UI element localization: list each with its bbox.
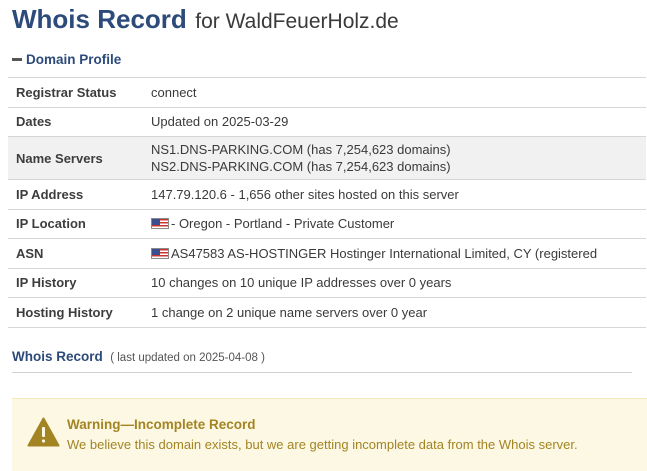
hosting-history-label: Hosting History — [16, 304, 113, 320]
divider — [12, 372, 632, 373]
row-ip-history: IP History 10 changes on 10 unique IP ad… — [8, 268, 646, 298]
ip-address-value: 147.79.120.6 - 1,656 other sites hosted … — [151, 186, 459, 202]
warning-triangle-icon — [27, 417, 60, 447]
page-title-main: Whois Record — [12, 4, 187, 34]
domain-profile-toggle[interactable]: Domain Profile — [12, 52, 121, 67]
page-title-for: for WaldFeuerHolz.de — [195, 10, 399, 33]
registrar-status-label: Registrar Status — [16, 84, 117, 100]
row-ip-address: IP Address 147.79.120.6 - 1,656 other si… — [8, 180, 646, 209]
registrar-status-value: connect — [151, 84, 197, 100]
ip-location-cell: - Oregon - Portland - Private Customer — [143, 209, 646, 239]
ip-address-label: IP Address — [16, 186, 84, 202]
row-asn: ASN AS47583 AS-HOSTINGER Hostinger Inter… — [8, 239, 646, 269]
us-flag-icon — [151, 218, 169, 230]
row-registrar-status: Registrar Status connect — [8, 77, 646, 107]
whois-record-title[interactable]: Whois Record — [12, 349, 103, 364]
asn-value: AS47583 AS-HOSTINGER Hostinger Internati… — [171, 245, 598, 261]
warning-text: We believe this domain exists, but we ar… — [67, 437, 578, 452]
row-ip-location: IP Location - Oregon - Portland - Privat… — [8, 209, 646, 239]
ip-history-label: IP History — [16, 275, 77, 291]
name-server-2: NS2.DNS-PARKING.COM (has 7,254,623 domai… — [151, 159, 451, 174]
title-for-prefix: for — [195, 10, 220, 33]
ip-history-value: 10 changes on 10 unique IP addresses ove… — [151, 275, 452, 291]
asn-label: ASN — [16, 245, 44, 261]
ip-location-value: - Oregon - Portland - Private Customer — [171, 216, 395, 232]
row-hosting-history: Hosting History 1 change on 2 unique nam… — [8, 298, 646, 327]
dates-value: Updated on 2025-03-29 — [151, 114, 289, 130]
warning-alert: Warning—Incomplete Record We believe thi… — [12, 398, 647, 471]
asn-cell: AS47583 AS-HOSTINGER Hostinger Internati… — [143, 239, 646, 269]
domain-name: WaldFeuerHolz.de — [225, 10, 399, 33]
dates-label: Dates — [16, 114, 52, 130]
whois-last-updated: ( last updated on 2025-04-08 ) — [110, 352, 265, 364]
hosting-history-value: 1 change on 2 unique name servers over 0… — [151, 304, 428, 320]
name-server-1: NS1.DNS-PARKING.COM (has 7,254,623 domai… — [151, 142, 451, 157]
name-servers-value: NS1.DNS-PARKING.COM (has 7,254,623 domai… — [143, 137, 646, 180]
row-dates: Dates Updated on 2025-03-29 — [8, 107, 646, 137]
warning-title: Warning—Incomplete Record — [67, 417, 256, 432]
whois-record-heading: Whois Record ( last updated on 2025-04-0… — [12, 348, 265, 366]
row-name-servers: Name Servers NS1.DNS-PARKING.COM (has 7,… — [8, 136, 646, 180]
domain-profile-heading: Domain Profile — [26, 52, 122, 67]
us-flag-icon — [151, 247, 169, 259]
collapse-icon[interactable] — [12, 58, 22, 61]
ip-location-label: IP Location — [16, 216, 86, 232]
name-servers-label: Name Servers — [16, 150, 103, 166]
domain-profile-table: Registrar Status connect Dates Updated o… — [8, 77, 646, 328]
page-title: Whois Record for WaldFeuerHolz.de — [12, 4, 399, 35]
